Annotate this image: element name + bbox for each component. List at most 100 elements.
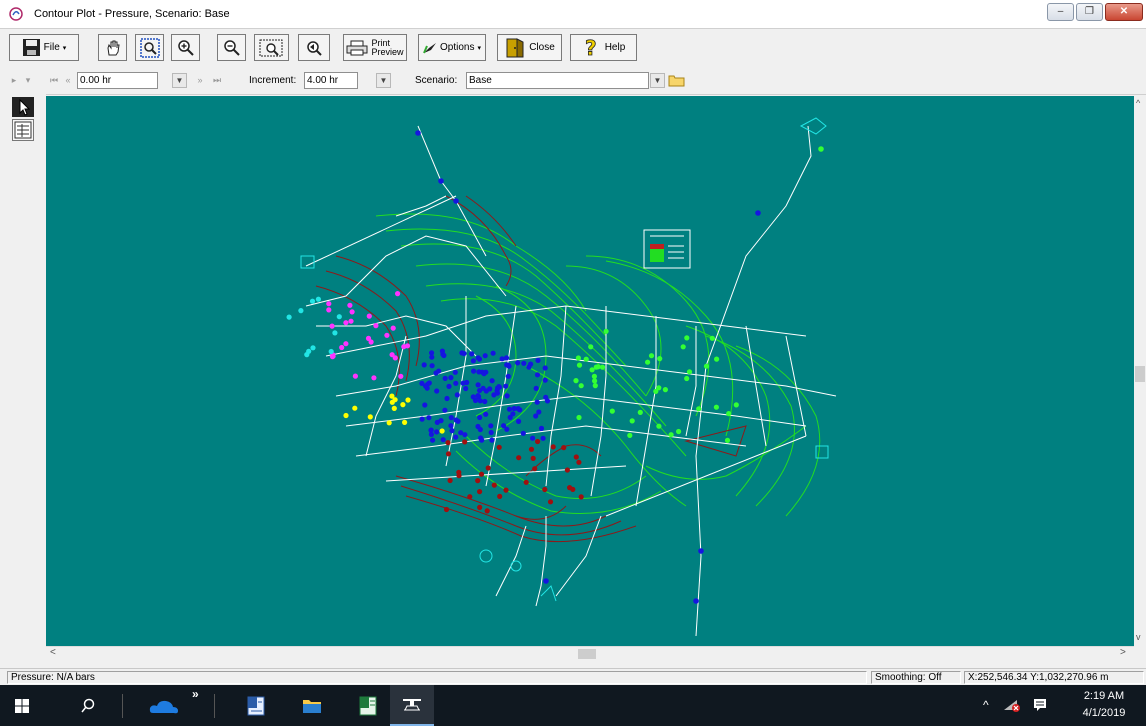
legend-tool-button[interactable] [12,119,34,141]
junction-node[interactable] [489,378,495,384]
junction-node[interactable] [419,416,425,422]
junction-node[interactable] [684,375,690,382]
junction-node[interactable] [684,335,690,341]
junction-node[interactable] [453,434,459,440]
scenario-select[interactable]: Base [466,72,649,89]
junction-node[interactable] [543,394,549,400]
junction-node[interactable] [453,417,459,423]
junction-node[interactable] [389,393,395,399]
junction-node[interactable] [496,444,502,450]
junction-node[interactable] [444,395,450,402]
junction-node[interactable] [588,344,594,350]
junction-node[interactable] [367,414,373,420]
junction-node[interactable] [726,411,732,417]
junction-node[interactable] [542,486,548,493]
junction-node[interactable] [469,351,475,357]
junction-node[interactable] [818,146,824,152]
junction-node[interactable] [481,371,487,377]
junction-node[interactable] [482,398,488,405]
junction-node[interactable] [391,405,397,411]
junction-node[interactable] [315,296,321,302]
junction-node[interactable] [592,378,598,384]
junction-node[interactable] [755,210,761,216]
junction-node[interactable] [564,467,571,473]
time-field[interactable]: 0.00 hr [77,72,158,89]
junction-node[interactable] [523,479,529,485]
junction-node[interactable] [438,178,444,184]
junction-node[interactable] [593,364,599,370]
junction-node[interactable] [475,355,481,361]
junction-node[interactable] [535,438,541,445]
junction-node[interactable] [371,375,377,381]
contour-plot-canvas[interactable] [46,96,1134,646]
close-button[interactable]: Close [497,34,562,61]
junction-node[interactable] [533,413,539,419]
junction-node[interactable] [599,364,606,370]
junction-node[interactable] [434,388,440,394]
junction-node[interactable] [511,405,517,412]
junction-node[interactable] [503,487,509,493]
junction-node[interactable] [696,406,702,412]
junction-node[interactable] [547,499,554,505]
junction-node[interactable] [656,423,662,429]
junction-node[interactable] [603,328,609,334]
junction-node[interactable] [460,380,466,386]
junction-node[interactable] [439,348,445,354]
junction-node[interactable] [384,332,390,338]
junction-node[interactable] [422,402,428,408]
junction-node[interactable] [490,350,496,356]
junction-node[interactable] [535,357,541,363]
junction-node[interactable] [449,428,455,434]
junction-node[interactable] [477,504,483,510]
junction-node[interactable] [516,455,522,461]
junction-node[interactable] [343,341,349,347]
junction-node[interactable] [515,360,521,366]
junction-node[interactable] [504,393,510,399]
junction-node[interactable] [329,323,335,329]
junction-node[interactable] [352,405,358,411]
zoom-in-button[interactable] [171,34,200,61]
junction-node[interactable] [484,508,490,514]
junction-node[interactable] [386,420,392,426]
next-step-icon[interactable]: » [194,74,206,87]
junction-node[interactable] [516,418,522,424]
junction-node[interactable] [506,406,513,412]
junction-node[interactable] [510,411,516,417]
junction-node[interactable] [475,478,481,484]
file-explorer-button[interactable] [290,685,334,726]
junction-node[interactable] [477,489,483,495]
vertical-scrollbar[interactable]: ^ v [1134,96,1146,646]
scroll-left-icon[interactable]: < [50,647,56,658]
junction-node[interactable] [520,430,526,436]
junction-node[interactable] [429,363,435,369]
search-button[interactable] [66,685,110,726]
junction-node[interactable] [400,402,406,408]
junction-node[interactable] [538,425,545,431]
junction-node[interactable] [733,402,739,408]
junction-node[interactable] [576,414,582,421]
junction-node[interactable] [497,493,503,499]
increment-dropdown-button[interactable]: ▼ [376,73,391,88]
junction-node[interactable] [467,494,473,500]
junction-node[interactable] [686,369,693,375]
junction-node[interactable] [714,356,720,362]
scenario-dropdown-button[interactable]: ▼ [650,73,665,88]
junction-node[interactable] [462,439,468,445]
junction-node[interactable] [434,419,440,425]
junction-node[interactable] [415,130,421,136]
junction-node[interactable] [442,375,448,381]
junction-node[interactable] [426,415,432,421]
junction-node[interactable] [482,353,488,359]
junction-node[interactable] [470,394,476,400]
tray-expand-icon[interactable]: ^ [983,698,989,712]
zoom-out-button[interactable] [217,34,246,61]
watercad-app-button[interactable] [390,685,434,726]
junction-node[interactable] [326,307,332,313]
folder-icon[interactable] [668,73,685,87]
junction-node[interactable] [533,385,539,391]
junction-node[interactable] [703,363,710,369]
junction-node[interactable] [528,446,535,452]
junction-node[interactable] [448,415,454,421]
junction-node[interactable] [483,388,489,394]
junction-node[interactable] [526,364,532,370]
